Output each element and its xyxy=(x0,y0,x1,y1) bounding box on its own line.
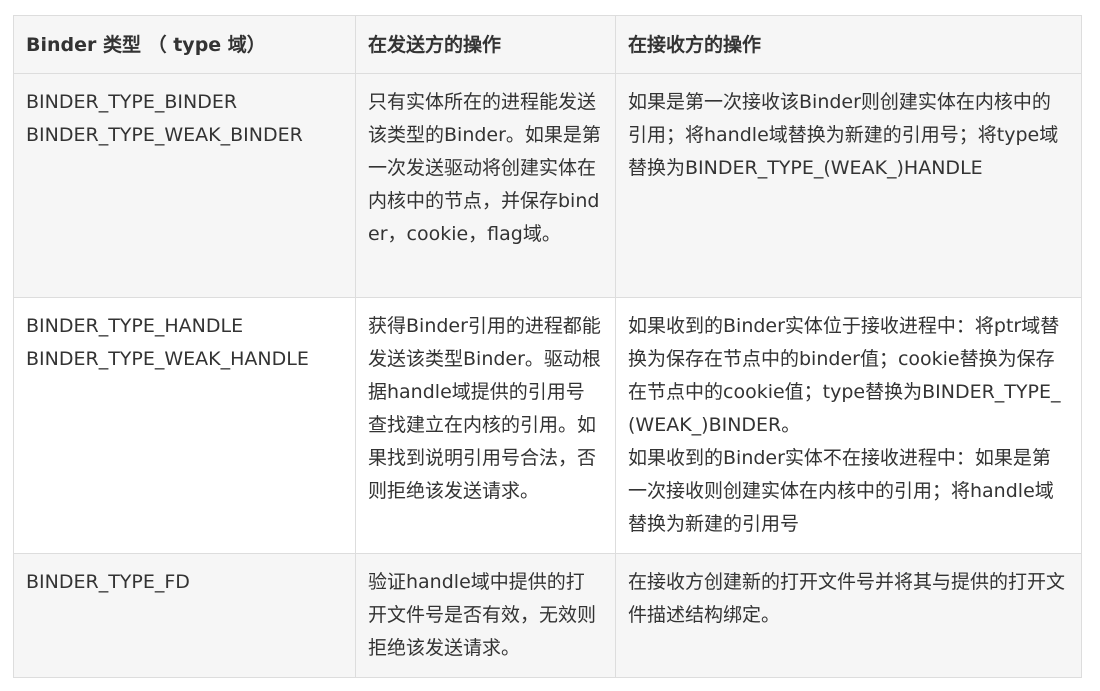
cell-sender-operation: 获得Binder引用的进程都能发送该类型Binder。驱动根据handle域提供… xyxy=(355,297,616,554)
cell-sender-operation: 只有实体所在的进程能发送该类型的Binder。如果是第一次发送驱动将创建实体在内… xyxy=(355,73,616,298)
receiver-text: 在接收方创建新的打开文件号并将其与提供的打开文件描述结构绑定。 xyxy=(628,571,1066,626)
table-row: BINDER_TYPE_FD 验证handle域中提供的打开文件号是否有效，无效… xyxy=(13,553,1082,678)
type-name: BINDER_TYPE_WEAK_HANDLE xyxy=(26,348,309,370)
type-name: BINDER_TYPE_WEAK_BINDER xyxy=(26,124,303,146)
sender-text: 验证handle域中提供的打开文件号是否有效，无效则拒绝该发送请求。 xyxy=(368,571,597,659)
cell-receiver-operation: 如果收到的Binder实体位于接收进程中：将ptr域替换为保存在节点中的bind… xyxy=(615,297,1082,554)
cell-binder-type: BINDER_TYPE_FD xyxy=(13,553,356,678)
header-binder-type: Binder 类型 （ type 域） xyxy=(13,15,356,74)
table-header-row: Binder 类型 （ type 域） 在发送方的操作 在接收方的操作 xyxy=(13,15,1082,74)
receiver-text: 如果收到的Binder实体不在接收进程中：如果是第一次接收则创建实体在内核中的引… xyxy=(628,447,1054,535)
table-row: BINDER_TYPE_HANDLE BINDER_TYPE_WEAK_HAND… xyxy=(13,297,1082,554)
receiver-text: 如果收到的Binder实体位于接收进程中：将ptr域替换为保存在节点中的bind… xyxy=(628,315,1061,436)
receiver-text: 如果是第一次接收该Binder则创建实体在内核中的引用；将handle域替换为新… xyxy=(628,91,1059,179)
cell-binder-type: BINDER_TYPE_HANDLE BINDER_TYPE_WEAK_HAND… xyxy=(13,297,356,554)
table-row: BINDER_TYPE_BINDER BINDER_TYPE_WEAK_BIND… xyxy=(13,73,1082,298)
cell-receiver-operation: 在接收方创建新的打开文件号并将其与提供的打开文件描述结构绑定。 xyxy=(615,553,1082,678)
cell-receiver-operation: 如果是第一次接收该Binder则创建实体在内核中的引用；将handle域替换为新… xyxy=(615,73,1082,298)
header-sender-operation: 在发送方的操作 xyxy=(355,15,616,74)
type-name: BINDER_TYPE_HANDLE xyxy=(26,315,244,337)
sender-text: 获得Binder引用的进程都能发送该类型Binder。驱动根据handle域提供… xyxy=(368,315,601,502)
type-name: BINDER_TYPE_FD xyxy=(26,571,190,593)
cell-sender-operation: 验证handle域中提供的打开文件号是否有效，无效则拒绝该发送请求。 xyxy=(355,553,616,678)
header-receiver-operation: 在接收方的操作 xyxy=(615,15,1082,74)
sender-text: 只有实体所在的进程能发送该类型的Binder。如果是第一次发送驱动将创建实体在内… xyxy=(368,91,601,245)
type-name: BINDER_TYPE_BINDER xyxy=(26,91,238,113)
binder-type-table: Binder 类型 （ type 域） 在发送方的操作 在接收方的操作 BIND… xyxy=(13,15,1082,678)
cell-binder-type: BINDER_TYPE_BINDER BINDER_TYPE_WEAK_BIND… xyxy=(13,73,356,298)
